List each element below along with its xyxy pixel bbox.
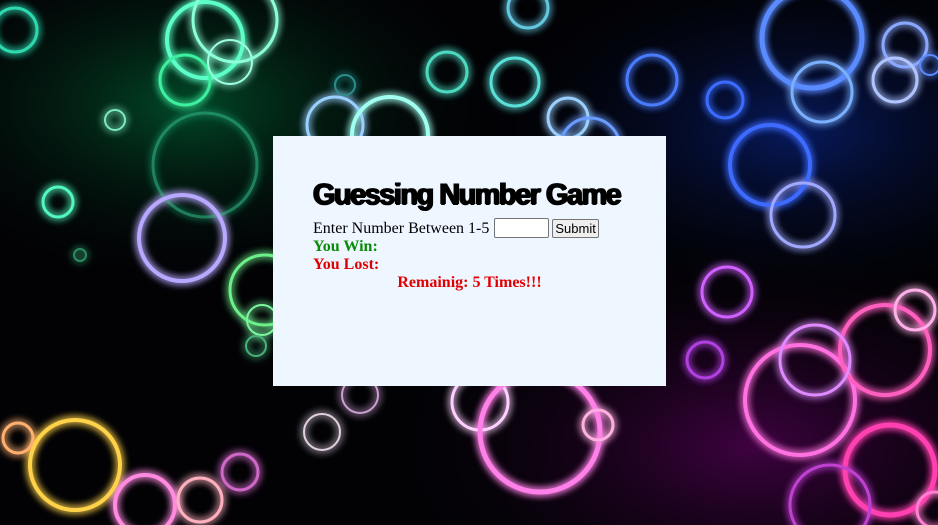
game-title: Guessing Number Game — [313, 178, 622, 211]
lost-label: You Lost: — [313, 256, 380, 273]
guess-input[interactable] — [494, 218, 550, 238]
guess-form: Enter Number Between 1-5 Submit — [313, 218, 666, 238]
game-panel: Guessing Number Game Enter Number Betwee… — [273, 136, 666, 386]
prompt-label: Enter Number Between 1-5 — [313, 219, 490, 237]
remaining-attempts: Remainig: 5 Times!!! — [397, 274, 542, 291]
win-label: You Win: — [313, 238, 378, 255]
submit-button[interactable]: Submit — [552, 218, 599, 238]
page-background: Guessing Number Game Enter Number Betwee… — [0, 0, 938, 525]
